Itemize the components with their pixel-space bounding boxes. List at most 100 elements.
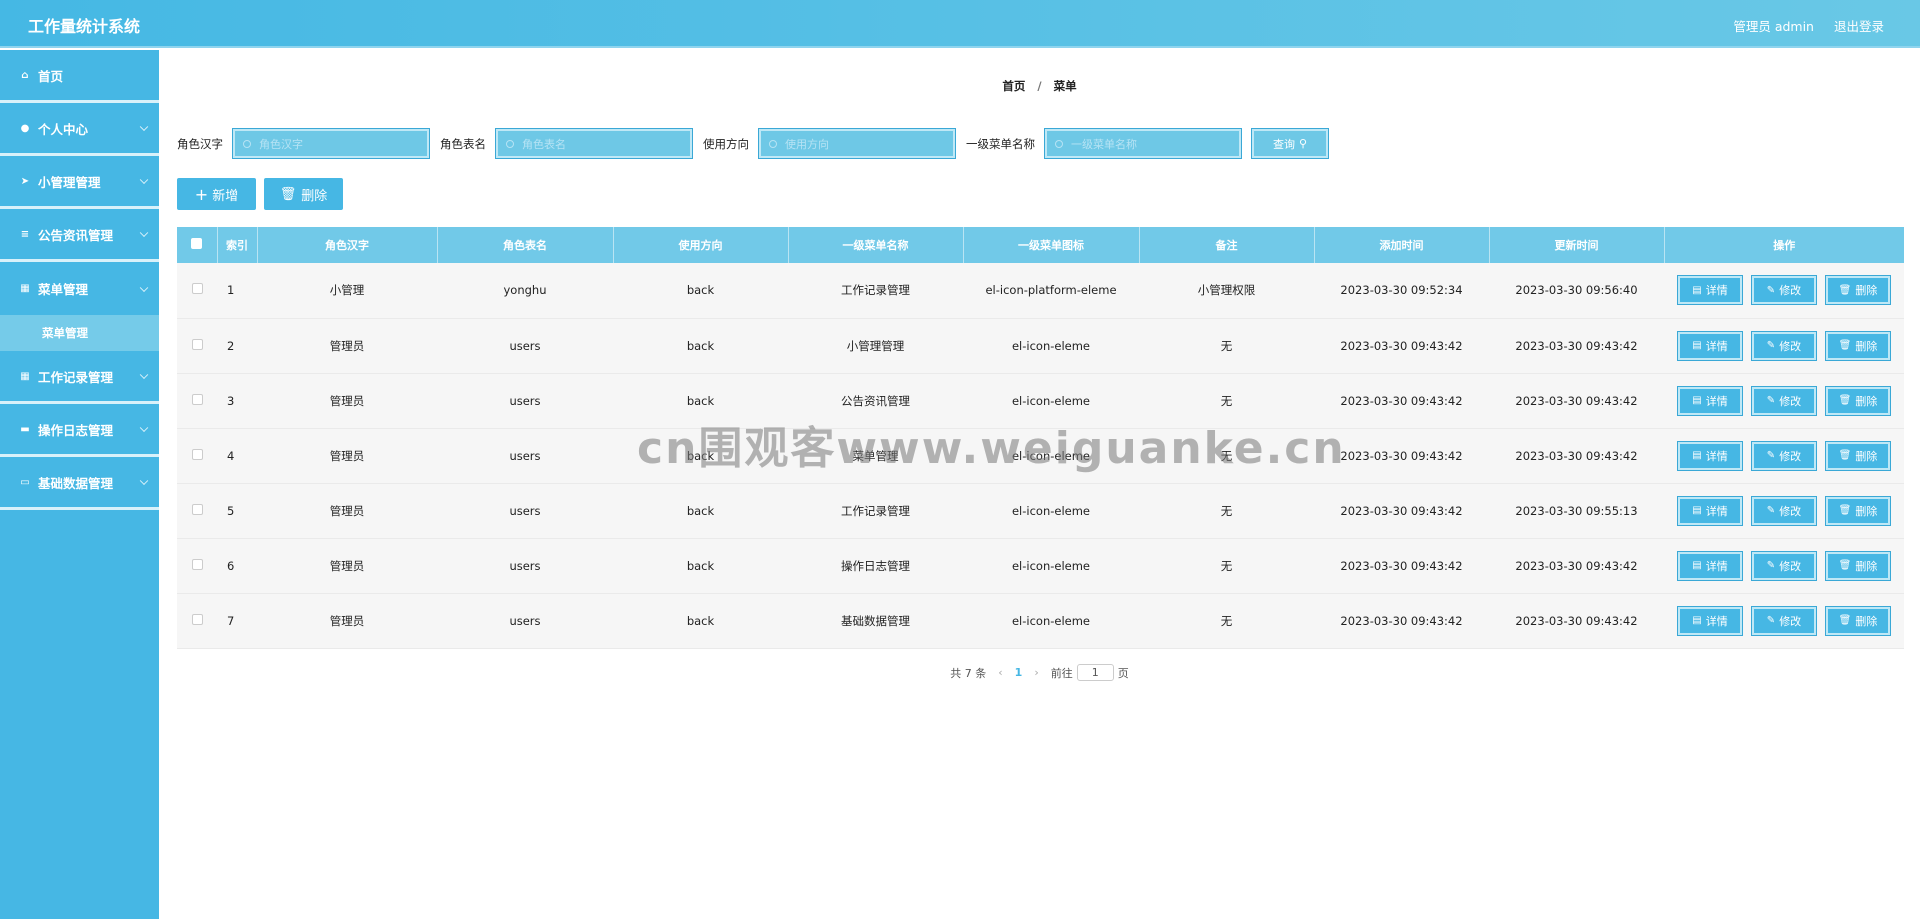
submenu-item-menu[interactable]: 菜单管理 — [0, 315, 159, 351]
edit-icon: ✎ — [1766, 340, 1776, 351]
detail-button[interactable]: ▤ 详情 — [1677, 275, 1743, 306]
edit-button-label: 修改 — [1779, 504, 1802, 518]
cell-operations: ▤ 详情 ✎ 修改 🗑 删除 — [1664, 428, 1904, 484]
row-checkbox[interactable] — [191, 503, 203, 515]
trash-icon: 🗑 — [1838, 450, 1852, 461]
sidebar-item-profile[interactable]: ● 个人中心 — [0, 103, 159, 156]
col-header-index: 索引 — [217, 227, 258, 263]
cell-menu-name: 小管理管理 — [788, 318, 963, 374]
cell-role-table: yonghu — [437, 263, 613, 319]
sidebar-item-label: 基础数据管理 — [38, 475, 114, 491]
file-icon: ▤ — [1692, 505, 1702, 516]
edit-icon: ✎ — [1766, 505, 1776, 516]
row-checkbox[interactable] — [191, 448, 203, 460]
page-jump-input[interactable]: 1 — [1076, 664, 1114, 681]
search-icon: ⚲ — [1298, 137, 1308, 150]
row-checkbox[interactable] — [191, 283, 203, 295]
table-row: 3 管理员 users back 公告资讯管理 el-icon-eleme 无 2023-03… — [177, 373, 1904, 429]
sidebar-item-news[interactable]: ≡ 公告资讯管理 — [0, 209, 159, 262]
sidebar-item-menu[interactable]: ▦ 菜单管理 — [0, 262, 159, 315]
batch-delete-button[interactable]: 🗑 删除 — [264, 178, 343, 210]
detail-button[interactable]: ▤ 详情 — [1677, 440, 1743, 471]
detail-button[interactable]: ▤ 详情 — [1677, 495, 1743, 526]
row-checkbox[interactable] — [191, 393, 203, 405]
page-jump-unit: 页 — [1117, 666, 1129, 680]
detail-button-label: 详情 — [1705, 449, 1728, 463]
edit-icon: ✎ — [1766, 615, 1776, 626]
sidebar-item-home[interactable]: ⌂ 首页 — [0, 50, 159, 103]
edit-button[interactable]: ✎ 修改 — [1751, 330, 1817, 361]
breadcrumb-home[interactable]: 首页 — [1002, 79, 1025, 93]
search-form: 角色汉字 角色汉字 角色表名 角色表名 使用方向 使用方向 一级菜单名称 一级菜… — [177, 128, 1329, 159]
cell-index: 4 — [217, 428, 257, 484]
col-header-note: 备注 — [1139, 227, 1315, 263]
prev-page-icon[interactable]: ‹ — [998, 666, 1002, 679]
delete-button[interactable]: 🗑 删除 — [1825, 440, 1891, 471]
add-button-label: 新增 — [212, 188, 239, 204]
delete-button[interactable]: 🗑 删除 — [1825, 275, 1891, 306]
detail-button[interactable]: ▤ 详情 — [1677, 385, 1743, 416]
table-row: 1 小管理 yonghu back 工作记录管理 el-icon-platform-ele… — [177, 263, 1904, 319]
edit-icon: ✎ — [1766, 560, 1776, 571]
search-label-menu-name: 一级菜单名称 — [966, 136, 1035, 151]
sidebar-item-oplog[interactable]: ▬ 操作日志管理 — [0, 404, 159, 457]
row-checkbox[interactable] — [191, 338, 203, 350]
trash-icon: 🗑 — [279, 186, 297, 202]
cell-note: 无 — [1139, 483, 1314, 539]
search-input-role-cn[interactable]: 角色汉字 — [232, 128, 430, 159]
row-select-cell — [177, 593, 217, 649]
cell-updated-time: 2023-03-30 09:43:42 — [1489, 428, 1664, 484]
detail-button[interactable]: ▤ 详情 — [1677, 330, 1743, 361]
edit-button-label: 修改 — [1779, 284, 1802, 298]
add-button[interactable]: + 新增 — [177, 178, 256, 210]
menu-table: 索引 角色汉字 角色表名 使用方向 一级菜单名称 一级菜单图标 备注 添加时间 … — [177, 227, 1904, 649]
sidebar-item-worklog[interactable]: ▦ 工作记录管理 — [0, 351, 159, 404]
detail-button[interactable]: ▤ 详情 — [1677, 550, 1743, 581]
select-all-cell[interactable] — [177, 227, 218, 263]
cell-role-table: users — [437, 538, 613, 594]
query-button[interactable]: 查询 ⚲ — [1251, 128, 1329, 159]
search-input-direction[interactable]: 使用方向 — [758, 128, 956, 159]
edit-icon: ✎ — [1766, 284, 1776, 296]
edit-button[interactable]: ✎ 修改 — [1751, 495, 1817, 526]
delete-button[interactable]: 🗑 删除 — [1825, 330, 1891, 361]
search-input-role-table[interactable]: 角色表名 — [495, 128, 693, 159]
edit-button[interactable]: ✎ 修改 — [1751, 385, 1817, 416]
delete-button[interactable]: 🗑 删除 — [1825, 550, 1891, 581]
edit-button[interactable]: ✎ 修改 — [1751, 550, 1817, 581]
search-input-menu-name[interactable]: 一级菜单名称 — [1044, 128, 1242, 159]
delete-button-label: 删除 — [1855, 559, 1878, 573]
row-checkbox[interactable] — [191, 613, 203, 625]
search-icon — [1055, 139, 1063, 148]
cell-direction: back — [613, 428, 788, 484]
delete-button[interactable]: 🗑 删除 — [1825, 605, 1891, 636]
row-checkbox[interactable] — [191, 558, 203, 570]
edit-button[interactable]: ✎ 修改 — [1751, 440, 1817, 471]
cell-note: 无 — [1139, 318, 1314, 374]
next-page-icon[interactable]: › — [1034, 666, 1038, 679]
sidebar-item-label: 工作记录管理 — [38, 369, 114, 385]
cell-note: 无 — [1139, 593, 1314, 649]
col-header-updated-time: 更新时间 — [1489, 227, 1665, 263]
select-all-checkbox[interactable] — [191, 238, 203, 249]
cell-updated-time: 2023-03-30 09:43:42 — [1489, 538, 1664, 594]
cell-updated-time: 2023-03-30 09:43:42 — [1489, 373, 1664, 429]
current-page[interactable]: 1 — [1015, 666, 1023, 679]
table-row: 6 管理员 users back 操作日志管理 el-icon-eleme 无 2023-03… — [177, 538, 1904, 594]
delete-button[interactable]: 🗑 删除 — [1825, 385, 1891, 416]
sidebar-item-basedata[interactable]: ▭ 基础数据管理 — [0, 457, 159, 510]
row-select-cell — [177, 318, 217, 374]
delete-button[interactable]: 🗑 删除 — [1825, 495, 1891, 526]
logout-link[interactable]: 退出登录 — [1834, 16, 1884, 35]
detail-button[interactable]: ▤ 详情 — [1677, 605, 1743, 636]
sidebar-item-admin[interactable]: ➤ 小管理管理 — [0, 156, 159, 209]
edit-button[interactable]: ✎ 修改 — [1751, 275, 1817, 306]
delete-button-label: 删除 — [1855, 339, 1878, 353]
edit-button-label: 修改 — [1779, 449, 1802, 463]
current-user-link[interactable]: 管理员 admin — [1733, 16, 1814, 35]
edit-button[interactable]: ✎ 修改 — [1751, 605, 1817, 636]
cell-menu-name: 工作记录管理 — [788, 263, 963, 319]
batch-delete-button-label: 删除 — [301, 188, 328, 204]
cell-note: 无 — [1139, 428, 1314, 484]
detail-button-label: 详情 — [1705, 614, 1728, 628]
